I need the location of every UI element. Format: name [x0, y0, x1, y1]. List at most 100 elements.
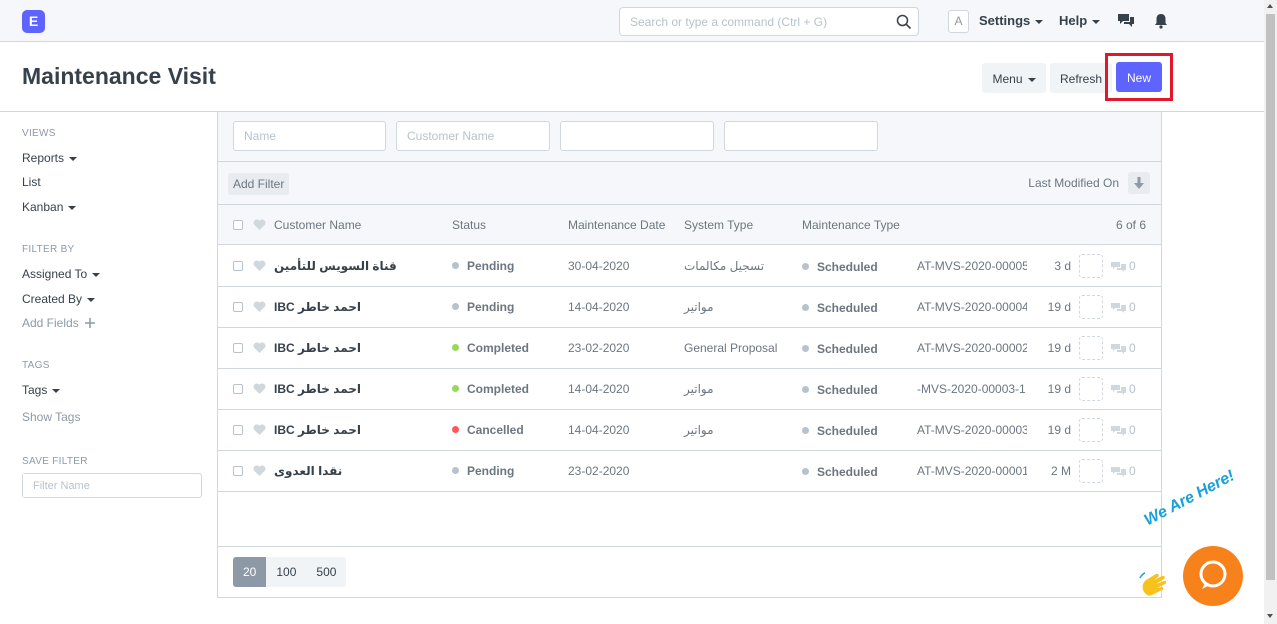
maintenance-date: 30-04-2020	[568, 259, 630, 273]
status-dot	[452, 385, 459, 393]
add-fields-link[interactable]: Add Fields	[22, 316, 96, 330]
name-filter[interactable]	[233, 121, 386, 151]
assign-avatar-placeholder[interactable]	[1079, 459, 1103, 483]
status-indicator[interactable]: Completed	[452, 382, 529, 396]
sort-order-button[interactable]	[1128, 172, 1150, 194]
scroll-down-arrow-icon[interactable]	[1267, 614, 1273, 618]
sidebar-item-kanban[interactable]: Kanban	[22, 200, 77, 214]
sidebar-item-list[interactable]: List	[22, 175, 41, 189]
created-by-dropdown[interactable]: Created By	[22, 292, 96, 306]
assign-avatar-placeholder[interactable]	[1079, 418, 1103, 442]
maintenance-type-indicator[interactable]: Scheduled	[802, 260, 878, 274]
assign-avatar-placeholder[interactable]	[1079, 336, 1103, 360]
customer-name-link[interactable]: IBC احمد خاطر	[274, 300, 361, 314]
status-indicator[interactable]: Pending	[452, 300, 514, 314]
filter-name-field[interactable]	[22, 473, 202, 498]
name-filter-input[interactable]	[234, 122, 374, 150]
chevron-down-icon	[68, 205, 77, 210]
heart-icon[interactable]	[253, 465, 266, 477]
table-row[interactable]: قناة السويس للتأمين Pending 30-04-2020 ت…	[218, 246, 1161, 287]
maintenance-type-indicator[interactable]: Scheduled	[802, 383, 878, 397]
maintenance-type-indicator[interactable]: Scheduled	[802, 301, 878, 315]
header-system-type: System Type	[684, 218, 754, 232]
customer-name-link[interactable]: IBC احمد خاطر	[274, 341, 361, 355]
filter-input-3[interactable]	[561, 122, 701, 150]
row-checkbox[interactable]	[233, 466, 243, 476]
add-filter-button[interactable]: Add Filter	[228, 173, 290, 195]
awesome-bar[interactable]	[619, 7, 919, 36]
scroll-up-arrow-icon[interactable]	[1267, 4, 1273, 8]
refresh-button[interactable]: Refresh	[1050, 63, 1112, 93]
help-dropdown[interactable]: Help	[1059, 13, 1101, 28]
modified-time: 19 d	[1047, 341, 1071, 355]
search-icon[interactable]	[896, 14, 912, 30]
show-tags-link[interactable]: Show Tags	[22, 410, 80, 424]
chat-bubbles-icon[interactable]	[1117, 12, 1135, 30]
row-checkbox[interactable]	[233, 425, 243, 435]
table-row[interactable]: IBC احمد خاطر Cancelled 14-04-2020 مواتي…	[218, 410, 1161, 451]
filter-name-input[interactable]	[23, 474, 193, 497]
maintenance-type-indicator[interactable]: Scheduled	[802, 342, 878, 356]
menu-button[interactable]: Menu	[982, 63, 1046, 93]
sidebar-item-reports[interactable]: Reports	[22, 151, 78, 165]
filter-field-4[interactable]	[724, 121, 878, 151]
table-row[interactable]: IBC احمد خاطر Completed 14-04-2020 مواتي…	[218, 369, 1161, 410]
row-checkbox[interactable]	[233, 261, 243, 271]
status-indicator[interactable]: Pending	[452, 464, 514, 478]
assigned-to-dropdown[interactable]: Assigned To	[22, 267, 101, 281]
chat-launcher-button[interactable]	[1183, 546, 1243, 606]
table-row[interactable]: IBC احمد خاطر Completed 23-02-2020 Gener…	[218, 328, 1161, 369]
page-scrollbar[interactable]	[1264, 0, 1277, 624]
filter-input-4[interactable]	[725, 122, 865, 150]
assign-avatar-placeholder[interactable]	[1079, 377, 1103, 401]
app-logo[interactable]: E	[22, 10, 45, 33]
assign-avatar-placeholder[interactable]	[1079, 295, 1103, 319]
heart-icon[interactable]	[253, 342, 266, 354]
assign-avatar-placeholder[interactable]	[1079, 254, 1103, 278]
comment-count[interactable]: 0	[1111, 382, 1136, 396]
customer-name-link[interactable]: قناة السويس للتأمين	[274, 259, 397, 273]
customer-name-link[interactable]: IBC احمد خاطر	[274, 382, 361, 396]
sidebar-item-label: Tags	[22, 383, 48, 397]
maintenance-type-label: Scheduled	[817, 260, 878, 274]
status-indicator[interactable]: Pending	[452, 259, 514, 273]
customer-name-link[interactable]: IBC احمد خاطر	[274, 423, 361, 437]
customer-name-link[interactable]: نقدا العدوى	[274, 464, 342, 478]
row-checkbox[interactable]	[233, 384, 243, 394]
table-row[interactable]: نقدا العدوى Pending 23-02-2020 Scheduled…	[218, 451, 1161, 492]
scrollbar-thumb[interactable]	[1266, 14, 1275, 580]
status-indicator[interactable]: Completed	[452, 341, 529, 355]
select-all-checkbox[interactable]	[233, 220, 243, 230]
table-row[interactable]: IBC احمد خاطر Pending 14-04-2020 مواتير …	[218, 287, 1161, 328]
customer-name-filter-input[interactable]	[397, 122, 537, 150]
comment-count[interactable]: 0	[1111, 464, 1136, 478]
page-length-500[interactable]: 500	[306, 557, 347, 587]
comment-count[interactable]: 0	[1111, 259, 1136, 273]
filter-field-3[interactable]	[560, 121, 714, 151]
tags-dropdown[interactable]: Tags	[22, 383, 61, 397]
customer-name-filter[interactable]	[396, 121, 550, 151]
heart-icon[interactable]	[253, 301, 266, 313]
maintenance-type-indicator[interactable]: Scheduled	[802, 465, 878, 479]
comment-count[interactable]: 0	[1111, 300, 1136, 314]
settings-dropdown[interactable]: Settings	[979, 13, 1044, 28]
comment-count[interactable]: 0	[1111, 341, 1136, 355]
heart-icon[interactable]	[253, 424, 266, 436]
notification-bell-icon[interactable]	[1152, 12, 1170, 30]
search-input[interactable]	[620, 8, 880, 35]
page-length-20[interactable]: 20	[233, 557, 267, 587]
document-name: AT-MVS-2020-00002	[917, 341, 1027, 355]
row-checkbox[interactable]	[233, 343, 243, 353]
sort-selector[interactable]: Last Modified On	[1028, 176, 1119, 190]
maintenance-type-indicator[interactable]: Scheduled	[802, 424, 878, 438]
comment-count[interactable]: 0	[1111, 423, 1136, 437]
heart-icon[interactable]	[253, 219, 266, 231]
row-checkbox[interactable]	[233, 302, 243, 312]
user-avatar[interactable]: A	[948, 10, 969, 33]
status-indicator[interactable]: Cancelled	[452, 423, 524, 437]
heart-icon[interactable]	[253, 383, 266, 395]
menu-label: Menu	[992, 72, 1023, 86]
list-header: Customer Name Status Maintenance Date Sy…	[218, 205, 1161, 245]
heart-icon[interactable]	[253, 260, 266, 272]
page-length-100[interactable]: 100	[266, 557, 307, 587]
